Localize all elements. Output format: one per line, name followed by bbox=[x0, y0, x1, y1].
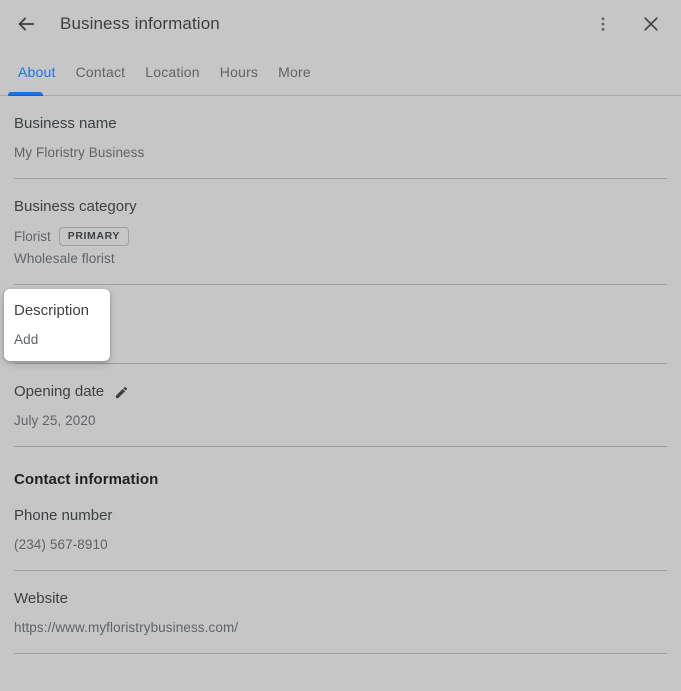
tab-contact[interactable]: Contact bbox=[66, 48, 136, 96]
contact-information-heading: Contact information bbox=[14, 447, 667, 488]
description-add-link[interactable]: Add bbox=[14, 331, 100, 349]
website-value: https://www.myfloristrybusiness.com/ bbox=[14, 619, 667, 637]
business-category-primary-row: Florist PRIMARY bbox=[14, 227, 667, 246]
arrow-back-icon bbox=[15, 13, 37, 35]
overflow-menu-button[interactable] bbox=[585, 6, 621, 42]
field-website[interactable]: Website https://www.myfloristrybusiness.… bbox=[0, 571, 681, 653]
back-button[interactable] bbox=[8, 6, 44, 42]
website-label: Website bbox=[14, 589, 667, 609]
opening-date-label: Opening date bbox=[14, 382, 104, 402]
primary-category-badge: PRIMARY bbox=[59, 227, 129, 246]
business-category-label: Business category bbox=[14, 197, 667, 217]
description-label: Description bbox=[14, 301, 100, 321]
tab-about[interactable]: About bbox=[8, 48, 66, 96]
tab-about-label: About bbox=[18, 64, 56, 80]
tab-more-label: More bbox=[278, 64, 311, 80]
dialog-header: Business information bbox=[0, 0, 681, 48]
business-category-primary-value: Florist bbox=[14, 228, 51, 246]
business-category-secondary-value: Wholesale florist bbox=[14, 250, 667, 268]
more-vert-icon bbox=[594, 15, 612, 33]
about-panel: Business name My Floristry Business Busi… bbox=[0, 96, 681, 654]
tab-location[interactable]: Location bbox=[135, 48, 210, 96]
phone-number-value: (234) 567-8910 bbox=[14, 536, 667, 554]
tab-hours[interactable]: Hours bbox=[210, 48, 268, 96]
contact-information-section: Contact information bbox=[0, 447, 681, 488]
close-icon bbox=[641, 14, 661, 34]
opening-date-value: July 25, 2020 bbox=[14, 412, 667, 430]
tab-bar: About Contact Location Hours More bbox=[0, 48, 681, 96]
field-phone-number[interactable]: Phone number (234) 567-8910 bbox=[0, 488, 681, 570]
close-button[interactable] bbox=[633, 6, 669, 42]
header-actions bbox=[585, 6, 669, 42]
business-name-value: My Floristry Business bbox=[14, 144, 667, 162]
tab-more[interactable]: More bbox=[268, 48, 321, 96]
business-name-label: Business name bbox=[14, 114, 667, 134]
phone-number-label: Phone number bbox=[14, 506, 667, 526]
tab-hours-label: Hours bbox=[220, 64, 258, 80]
field-description[interactable]: Description Add bbox=[4, 289, 110, 361]
field-business-category[interactable]: Business category Florist PRIMARY Wholes… bbox=[0, 179, 681, 284]
tab-contact-label: Contact bbox=[76, 64, 126, 80]
tab-location-label: Location bbox=[145, 64, 200, 80]
field-business-name[interactable]: Business name My Floristry Business bbox=[0, 96, 681, 178]
divider bbox=[14, 653, 667, 654]
field-opening-date[interactable]: Opening date July 25, 2020 bbox=[0, 364, 681, 446]
opening-date-label-row: Opening date bbox=[14, 382, 667, 402]
page-title: Business information bbox=[60, 14, 585, 34]
pencil-edit-icon[interactable] bbox=[114, 385, 129, 400]
